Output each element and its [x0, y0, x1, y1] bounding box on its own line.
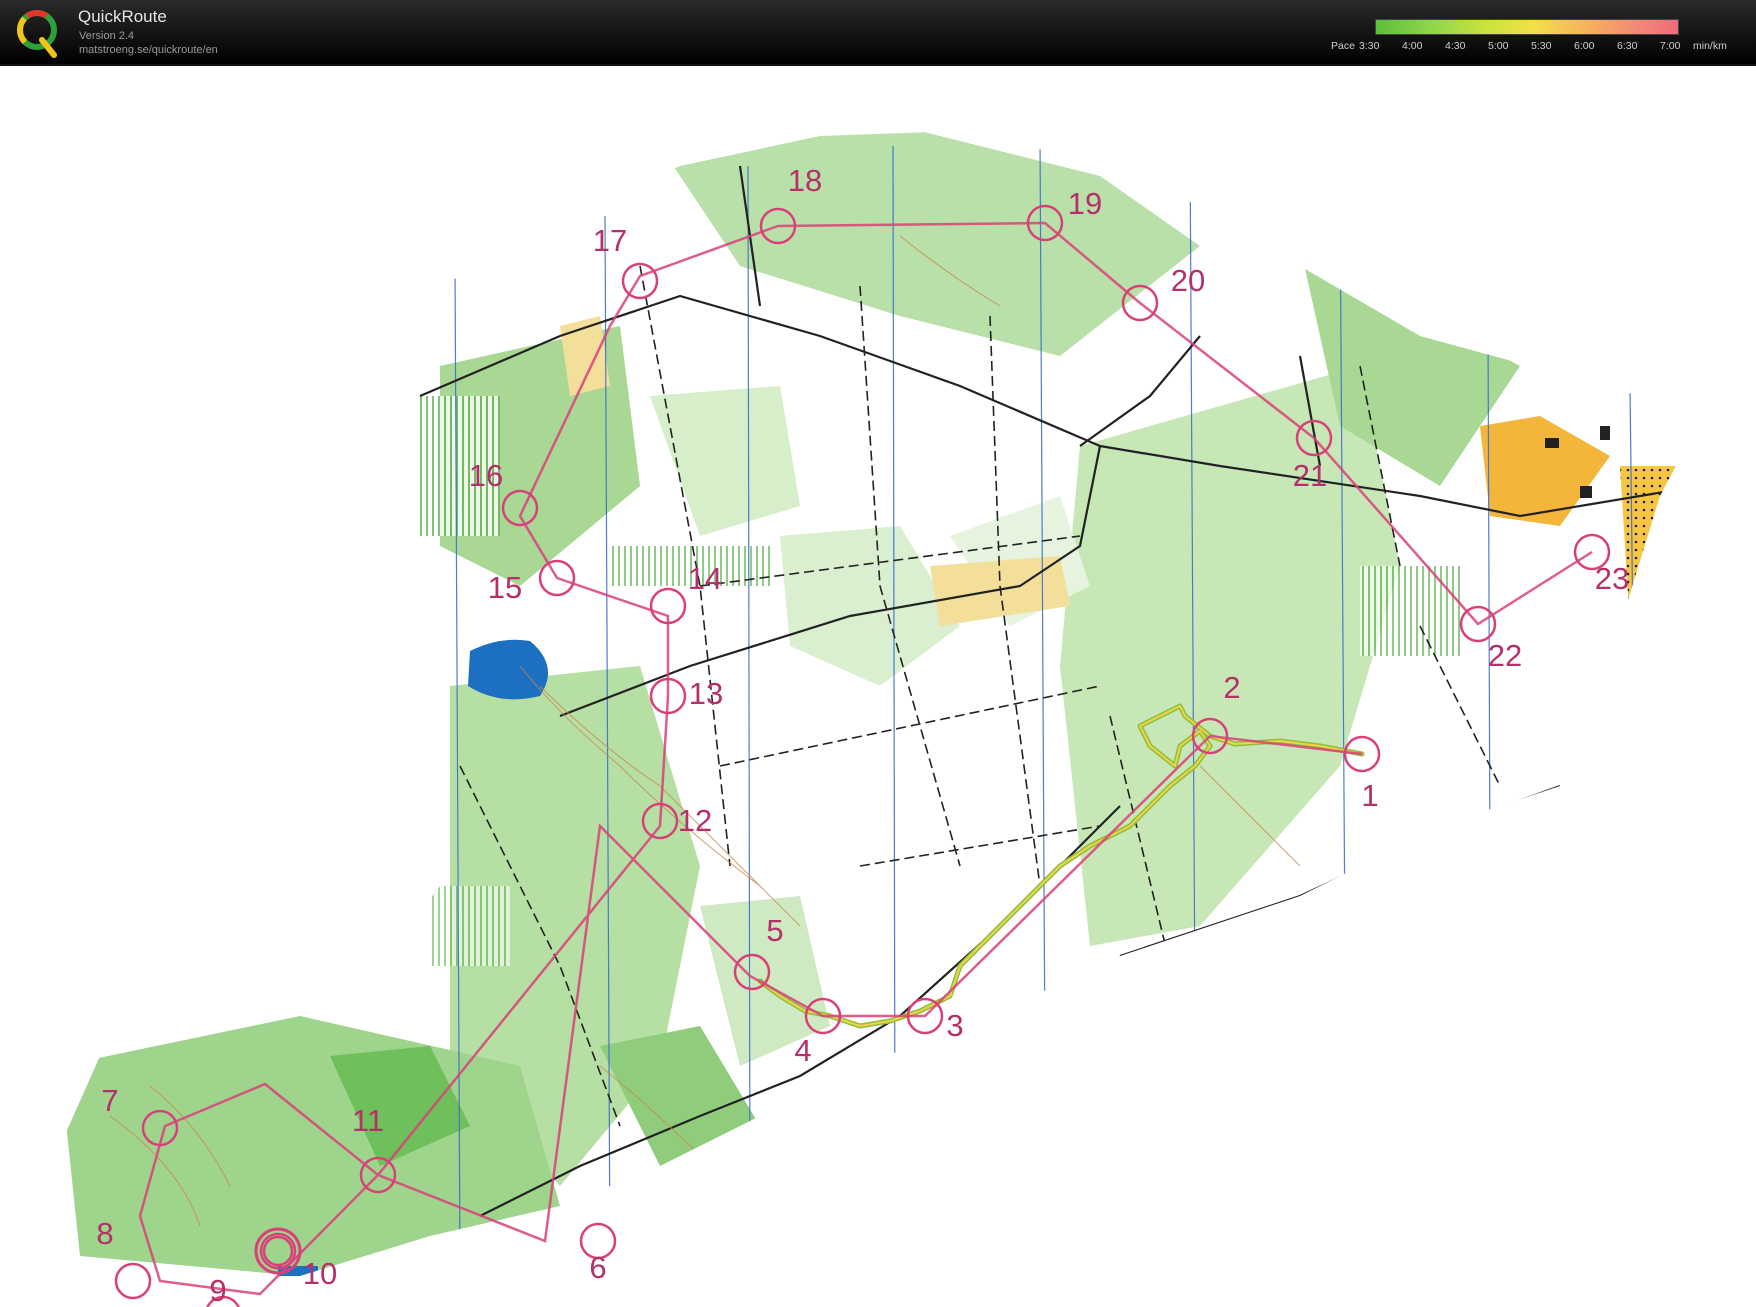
control-number: 23	[1595, 561, 1629, 596]
pace-tick: 4:30	[1445, 40, 1466, 52]
control-number: 19	[1068, 186, 1102, 221]
control-number: 3	[946, 1008, 963, 1043]
app-title: QuickRoute	[78, 7, 167, 26]
control-6: 6	[579, 1222, 617, 1285]
control-number: 15	[488, 570, 522, 605]
map-canvas[interactable]: 123456789 1011121314151617181920212223	[0, 66, 1756, 1307]
map-terrain	[60, 131, 1705, 1276]
title-bar: QuickRoute Version 2.4 matstroeng.se/qui…	[0, 0, 1756, 66]
control-number: 10	[303, 1256, 337, 1291]
pace-tick: 6:30	[1617, 40, 1638, 52]
control-number: 13	[689, 676, 723, 711]
pace-color-scale	[1375, 19, 1679, 35]
pace-tick: 7:00	[1660, 40, 1681, 52]
pace-tick: 4:00	[1402, 40, 1423, 52]
control-number: 2	[1223, 670, 1240, 705]
control-number: 8	[96, 1216, 113, 1251]
control-number: 17	[593, 223, 627, 258]
control-number: 1	[1361, 778, 1378, 813]
control-circle	[114, 1262, 152, 1300]
control-number: 6	[589, 1250, 606, 1285]
quickroute-logo-icon	[17, 10, 57, 58]
control-number: 18	[788, 163, 822, 198]
pace-legend: Pace 3:30 4:00 4:30 5:00 5:30 6:00 6:30 …	[1325, 16, 1755, 56]
app-url[interactable]: matstroeng.se/quickroute/en	[79, 44, 218, 56]
pace-label: Pace	[1331, 40, 1355, 52]
pace-tick: 3:30	[1359, 40, 1380, 52]
app-version: Version 2.4	[79, 30, 135, 42]
control-number: 9	[209, 1273, 226, 1307]
pace-tick: 5:30	[1531, 40, 1552, 52]
control-number: 4	[794, 1033, 811, 1068]
control-number: 7	[101, 1083, 118, 1118]
control-number: 16	[469, 458, 503, 493]
control-number: 20	[1171, 263, 1205, 298]
orienteering-map[interactable]: 1 2 3 4 5 6 7 8 9 10 11 12 13 14 15 16 17 18 19 20 21 22 23	[0, 66, 1756, 1307]
pace-unit: min/km	[1693, 40, 1727, 52]
control-number: 22	[1488, 638, 1522, 673]
pace-tick: 5:00	[1488, 40, 1509, 52]
pace-tick: 6:00	[1574, 40, 1595, 52]
control-number: 11	[352, 1103, 384, 1138]
control-number: 5	[766, 913, 783, 948]
control-number: 21	[1293, 458, 1327, 493]
control-number: 12	[678, 803, 712, 838]
control-number: 14	[688, 561, 722, 596]
